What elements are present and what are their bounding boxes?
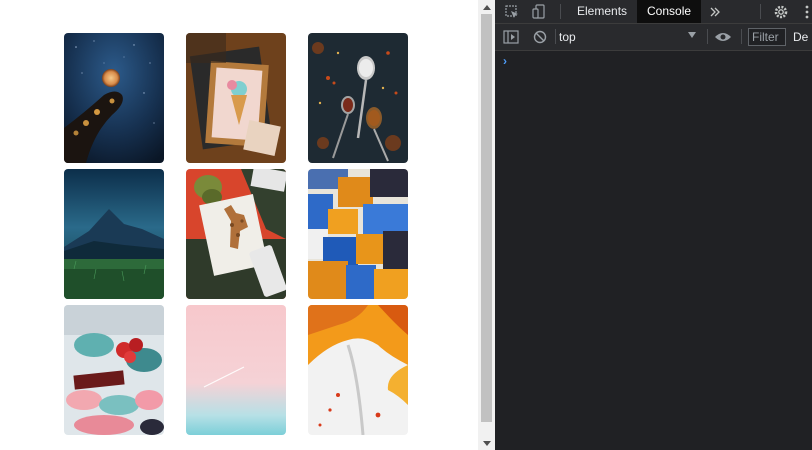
devtools-tab-bar: Elements Console <box>495 0 812 24</box>
inspect-element-icon[interactable] <box>503 3 521 21</box>
scroll-down-arrow-icon[interactable] <box>478 436 495 450</box>
toolbar-divider <box>560 4 561 19</box>
page-scrollbar[interactable] <box>478 0 495 450</box>
gallery-image-floral-illustration[interactable] <box>64 305 164 435</box>
console-toolbar: top De <box>495 24 812 51</box>
gallery-image-abstract-collage[interactable] <box>308 169 408 299</box>
clear-console-icon[interactable] <box>531 28 549 46</box>
scrollbar-thumb[interactable] <box>481 14 492 422</box>
gallery-image-giraffe-sketch[interactable] <box>186 169 286 299</box>
toolbar-divider <box>555 29 556 44</box>
device-toolbar-icon[interactable] <box>530 3 548 21</box>
javascript-context-select[interactable]: top <box>559 28 699 46</box>
settings-gear-icon[interactable] <box>772 3 790 21</box>
toolbar-divider <box>760 4 761 19</box>
scroll-up-arrow-icon[interactable] <box>478 0 495 14</box>
console-filter-input[interactable] <box>748 28 786 46</box>
tab-elements[interactable]: Elements <box>567 0 637 23</box>
devtools-panel: Elements Console top De › <box>495 0 812 450</box>
more-tabs-icon[interactable] <box>706 3 724 21</box>
gallery-image-moon-hand[interactable] <box>64 33 164 163</box>
gallery-image-ice-cream-frame[interactable] <box>186 33 286 163</box>
gallery-image-mountain-night[interactable] <box>64 169 164 299</box>
toolbar-divider <box>707 29 708 44</box>
gallery-image-orange-ink[interactable] <box>308 305 408 435</box>
gallery-image-spices[interactable] <box>308 33 408 163</box>
gallery-image-pink-sky[interactable] <box>186 305 286 435</box>
image-gallery <box>64 33 408 435</box>
chevron-down-icon <box>688 32 696 38</box>
tab-console[interactable]: Console <box>637 0 702 23</box>
web-page <box>0 0 478 450</box>
log-levels-dropdown[interactable]: De <box>793 28 808 46</box>
live-expression-eye-icon[interactable] <box>714 28 732 46</box>
toolbar-divider <box>741 29 742 44</box>
console-sidebar-icon[interactable] <box>502 28 520 46</box>
console-output[interactable]: › <box>495 51 812 450</box>
console-prompt[interactable]: › <box>503 54 507 68</box>
kebab-menu-icon[interactable] <box>798 3 812 21</box>
